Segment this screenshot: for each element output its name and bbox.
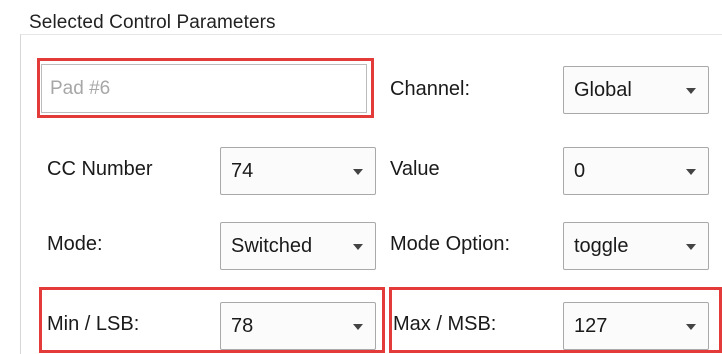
cc-number-label: CC Number (47, 158, 153, 180)
chevron-down-icon (686, 169, 696, 175)
group-title: Selected Control Parameters (29, 12, 276, 33)
mode-option-value: toggle (574, 235, 629, 257)
chevron-down-icon (353, 169, 363, 175)
value-label: Value (390, 158, 440, 180)
value-select[interactable]: 0 (563, 147, 709, 195)
chevron-down-icon (686, 324, 696, 330)
chevron-down-icon (353, 324, 363, 330)
max-msb-value: 127 (574, 315, 608, 337)
max-msb-select[interactable]: 127 (563, 302, 709, 350)
min-lsb-select[interactable]: 78 (220, 302, 376, 350)
channel-label: Channel: (390, 78, 471, 100)
max-msb-label: Max / MSB: (393, 313, 497, 335)
min-lsb-value: 78 (231, 315, 254, 337)
mode-option-label: Mode Option: (390, 233, 511, 255)
min-lsb-label: Min / LSB: (47, 313, 140, 335)
value-value: 0 (574, 160, 586, 182)
cc-number-value: 74 (231, 160, 254, 182)
chevron-down-icon (353, 244, 363, 250)
mode-label: Mode: (47, 233, 103, 255)
control-parameters-panel: Selected Control Parameters Pad #6 Chann… (0, 0, 722, 354)
mode-value: Switched (231, 235, 313, 257)
mode-select[interactable]: Switched (220, 222, 376, 270)
chevron-down-icon (686, 244, 696, 250)
channel-value: Global (574, 79, 632, 101)
chevron-down-icon (686, 88, 696, 94)
cc-number-select[interactable]: 74 (220, 147, 376, 195)
channel-select[interactable]: Global (563, 66, 709, 114)
pad-name-field[interactable]: Pad #6 (41, 64, 367, 113)
mode-option-select[interactable]: toggle (563, 222, 709, 270)
